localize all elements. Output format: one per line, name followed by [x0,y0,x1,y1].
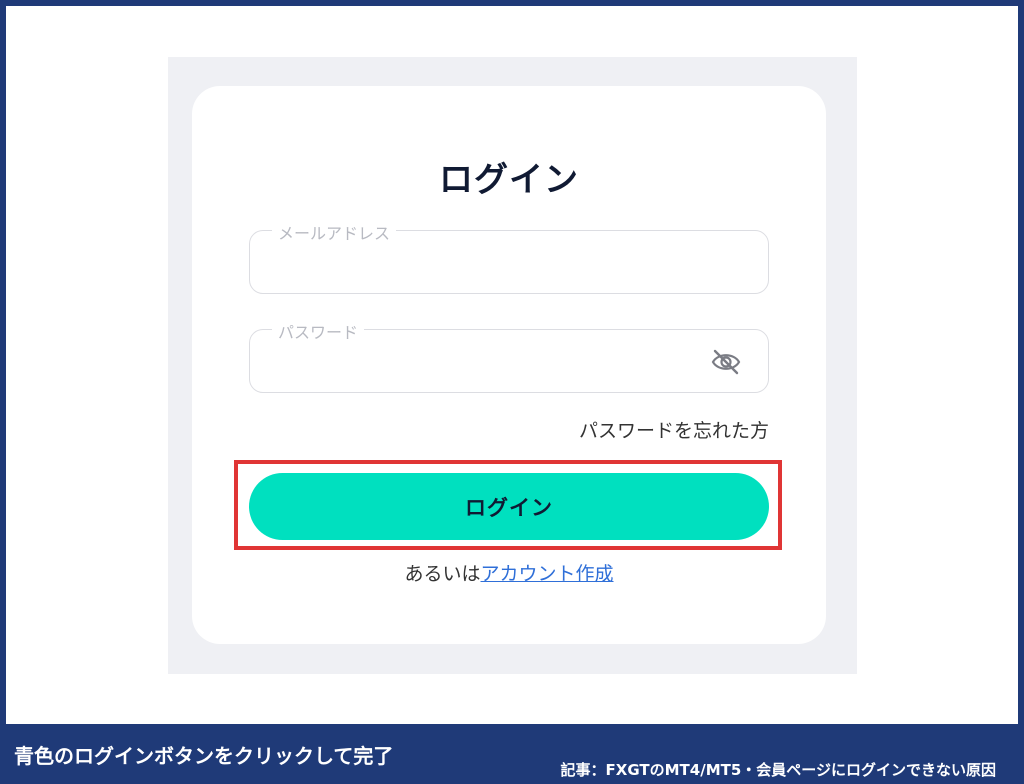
password-label: パスワード [272,319,365,343]
password-field[interactable]: パスワード [249,319,769,393]
email-label: メールアドレス [272,220,397,244]
eye-slash-icon[interactable] [710,348,742,376]
email-field[interactable]: メールアドレス [249,220,769,294]
alt-prefix: あるいは [404,563,481,585]
caption-bar: 青色のログインボタンをクリックして完了 記事：FXGTのMT4/MT5・会員ペー… [0,724,1024,784]
login-button[interactable]: ログイン [249,473,769,540]
password-input[interactable] [270,344,690,378]
create-account-link[interactable]: アカウント作成 [481,563,614,585]
forgot-password-link[interactable]: パスワードを忘れた方 [579,416,769,443]
page-title: ログイン [439,160,579,200]
email-input[interactable] [270,245,690,279]
article-title: 記事：FXGTのMT4/MT5・会員ページにログインできない原因 [560,761,996,779]
login-screen: ログイン メールアドレス パスワード パスワードを忘れた方 ログイン あるいはア… [168,57,857,674]
login-card: ログイン メールアドレス パスワード パスワードを忘れた方 ログイン あるいはア… [192,86,826,644]
caption-text: 青色のログインボタンをクリックして完了 [14,744,394,768]
create-account-row: あるいはアカウント作成 [192,559,826,586]
